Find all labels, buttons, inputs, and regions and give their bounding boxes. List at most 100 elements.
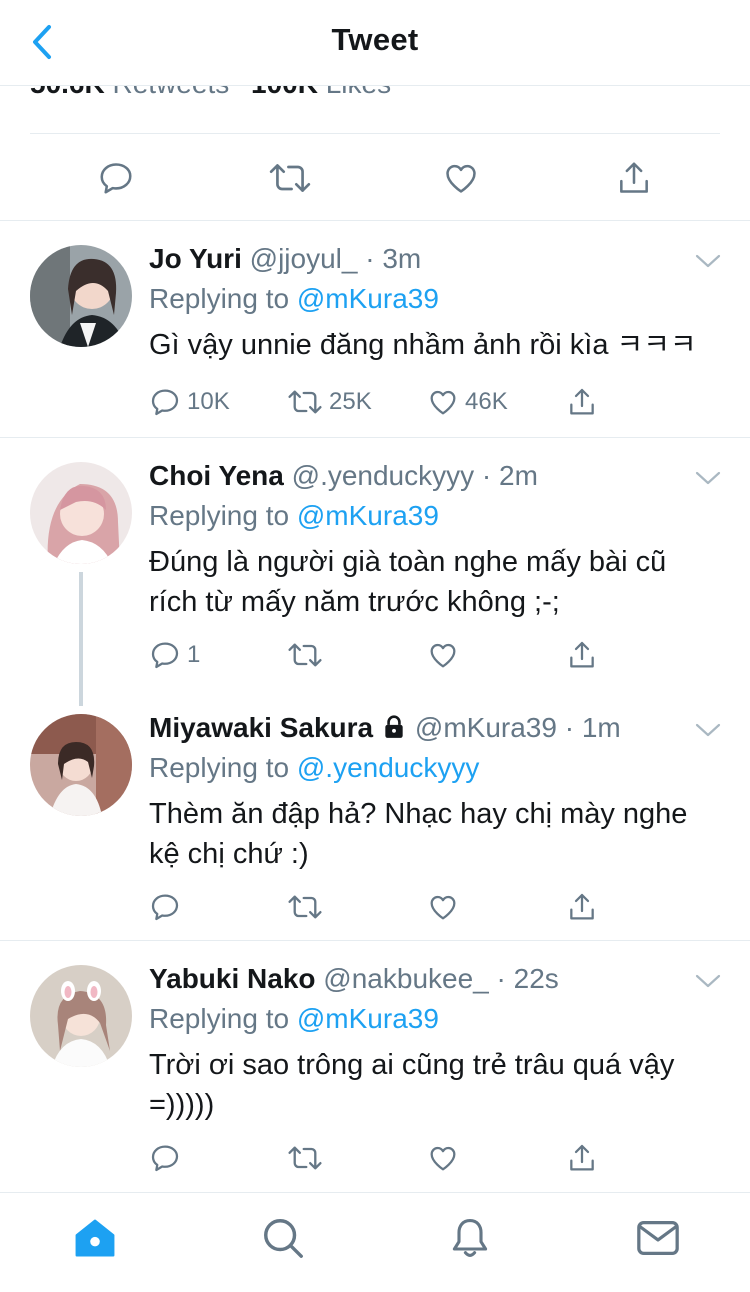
bottom-tab-bar	[0, 1192, 750, 1292]
timestamp: 2m	[499, 460, 538, 491]
retweet-button[interactable]	[287, 1138, 323, 1178]
reply-button[interactable]	[96, 158, 136, 198]
tab-search[interactable]	[258, 1213, 308, 1263]
chevron-down-icon[interactable]	[694, 468, 722, 488]
reply-count: 1	[187, 641, 201, 668]
tab-messages[interactable]	[633, 1213, 683, 1263]
mention-link[interactable]: @mKura39	[297, 500, 439, 531]
reply-item[interactable]: Jo Yuri @jjoyul_ · 3m Replying to @mKura…	[0, 221, 750, 437]
replying-prefix: Replying to	[149, 1003, 290, 1034]
mention-link[interactable]: @.yenduckyyy	[297, 752, 480, 783]
user-name[interactable]: Miyawaki Sakura	[149, 712, 373, 743]
user-handle[interactable]: @jjoyul_	[250, 243, 358, 274]
retweet-icon	[288, 390, 322, 414]
user-handle[interactable]: @mKura39	[415, 712, 557, 743]
retweet-count: 25K	[329, 388, 372, 415]
retweet-button[interactable]	[287, 635, 323, 675]
user-name[interactable]: Yabuki Nako	[149, 963, 316, 994]
replying-to: Replying to @mKura39	[149, 281, 720, 317]
reply-action-bar: 10K 25K 46K	[149, 382, 619, 422]
like-button[interactable]	[427, 1138, 459, 1178]
share-button[interactable]	[566, 382, 598, 422]
reply-content: Choi Yena @.yenduckyyy · 2m Replying to …	[149, 458, 720, 622]
retweet-button[interactable]: 25K	[287, 382, 372, 422]
user-name[interactable]: Choi Yena	[149, 460, 284, 491]
avatar[interactable]	[30, 245, 132, 347]
like-icon	[446, 164, 476, 193]
mention-link[interactable]: @mKura39	[297, 1003, 439, 1034]
avatar[interactable]	[30, 462, 132, 564]
reply-item[interactable]: Miyawaki Sakura @mKura39 · 1m Replying t…	[0, 690, 750, 940]
reply-header: Choi Yena @.yenduckyyy · 2m	[149, 458, 720, 494]
home-icon	[75, 1219, 115, 1257]
retweet-button[interactable]	[268, 158, 312, 198]
like-icon	[430, 643, 456, 668]
reply-count: 10K	[187, 388, 230, 415]
reply-content: Miyawaki Sakura @mKura39 · 1m Replying t…	[149, 710, 720, 874]
like-button[interactable]: 46K	[427, 382, 508, 422]
mention-link[interactable]: @mKura39	[297, 283, 439, 314]
lock-icon	[385, 715, 403, 738]
like-button[interactable]	[441, 158, 481, 198]
reply-header: Yabuki Nako @nakbukee_ · 22s	[149, 961, 720, 997]
retweet-icon	[288, 643, 322, 667]
reply-button[interactable]: 1	[149, 635, 200, 675]
page-title: Tweet	[331, 22, 419, 57]
like-icon	[430, 1146, 456, 1171]
timestamp: 22s	[513, 963, 559, 994]
divider	[30, 133, 720, 134]
reply-content: Jo Yuri @jjoyul_ · 3m Replying to @mKura…	[149, 241, 720, 365]
reply-item[interactable]: Yabuki Nako @nakbukee_ · 22s Replying to…	[0, 941, 750, 1191]
retweet-button[interactable]	[287, 887, 323, 927]
share-button[interactable]	[566, 887, 598, 927]
user-handle[interactable]: @.yenduckyyy	[292, 460, 475, 491]
replying-prefix: Replying to	[149, 500, 290, 531]
messages-icon	[637, 1221, 679, 1255]
reply-icon	[151, 642, 179, 669]
timestamp: 3m	[382, 243, 422, 274]
share-button[interactable]	[566, 1138, 598, 1178]
tab-home[interactable]	[70, 1213, 120, 1263]
tab-notifications[interactable]	[445, 1213, 495, 1263]
reply-header: Miyawaki Sakura @mKura39 · 1m	[149, 710, 720, 746]
replying-to: Replying to @mKura39	[149, 498, 720, 534]
like-count: 46K	[465, 388, 508, 415]
chevron-down-icon[interactable]	[694, 251, 722, 271]
share-icon	[620, 162, 648, 193]
reply-button[interactable]	[149, 887, 181, 927]
retweet-icon	[288, 895, 322, 919]
user-handle[interactable]: @nakbukee_	[323, 963, 488, 994]
tweet-action-bar	[0, 150, 750, 206]
replying-to: Replying to @mKura39	[149, 1001, 720, 1037]
chevron-down-icon[interactable]	[694, 720, 722, 740]
retweet-icon	[288, 1146, 322, 1170]
top-nav-bar: Tweet	[0, 0, 750, 86]
chevron-down-icon[interactable]	[694, 971, 722, 991]
share-icon	[570, 641, 594, 668]
reply-button[interactable]: 10K	[149, 382, 230, 422]
reply-action-bar	[149, 1138, 619, 1178]
replying-prefix: Replying to	[149, 752, 290, 783]
reply-text: Thèm ăn đập hả? Nhạc hay chị mày nghe kệ…	[149, 798, 688, 870]
reply-icon	[151, 894, 179, 921]
like-button[interactable]	[427, 635, 459, 675]
reply-header: Jo Yuri @jjoyul_ · 3m	[149, 241, 720, 277]
reply-icon	[151, 1145, 179, 1172]
avatar[interactable]	[30, 714, 132, 816]
replying-prefix: Replying to	[149, 283, 290, 314]
like-icon	[430, 895, 456, 920]
like-icon	[430, 390, 456, 415]
share-icon	[570, 388, 594, 415]
search-icon	[264, 1219, 303, 1258]
avatar[interactable]	[30, 965, 132, 1067]
separator-dot: ·	[357, 243, 383, 274]
timestamp: 1m	[581, 712, 621, 743]
share-button[interactable]	[566, 635, 598, 675]
reply-button[interactable]	[149, 1138, 181, 1178]
reply-text: Đúng là người già toàn nghe mấy bài cũ r…	[149, 546, 667, 618]
like-button[interactable]	[427, 887, 459, 927]
share-button[interactable]	[614, 158, 654, 198]
reply-item[interactable]: Choi Yena @.yenduckyyy · 2m Replying to …	[0, 438, 750, 690]
notifications-icon	[452, 1219, 488, 1257]
user-name[interactable]: Jo Yuri	[149, 243, 242, 274]
